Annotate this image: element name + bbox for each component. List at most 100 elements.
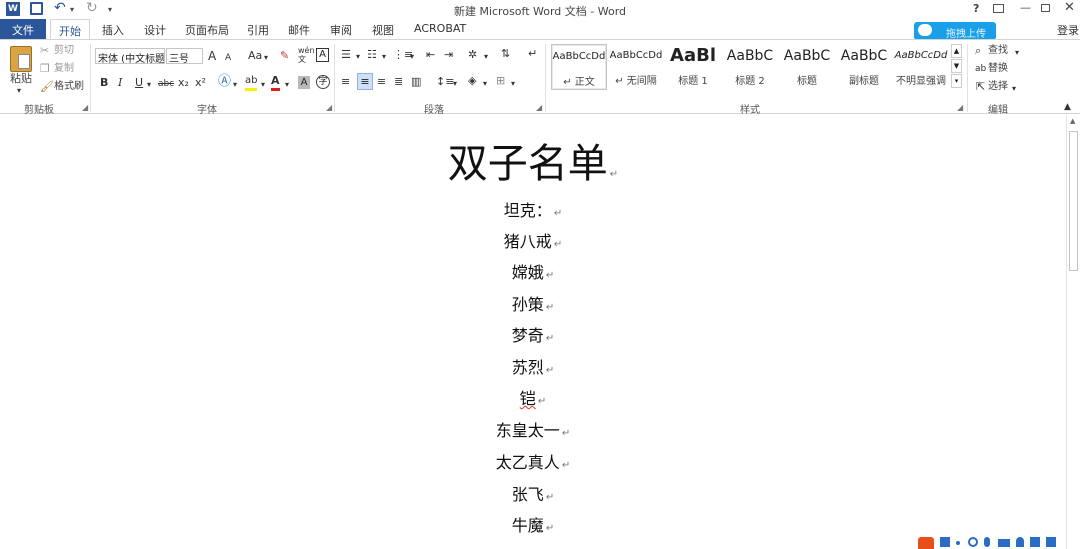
font-launcher-icon[interactable]: ◢ <box>326 103 332 112</box>
text-effects-dropdown-icon[interactable]: ▾ <box>233 78 237 92</box>
phonetic-guide-icon[interactable]: wén 文 <box>298 46 315 64</box>
font-size-select[interactable]: 三号 <box>166 48 203 64</box>
line-spacing-dropdown-icon[interactable]: ▾ <box>453 77 457 91</box>
change-case-button[interactable]: Aa <box>248 49 262 63</box>
document-area[interactable]: 双子名单 ↵ 坦克： ↵ 猪八戒 ↵ 嫦娥 ↵ 孙策 ↵ 梦奇 ↵ 苏烈 ↵ 铠 ↵ 东皇太一 ↵… <box>0 115 1080 549</box>
font-name-select[interactable]: 宋体 (中文标题) <box>95 48 165 64</box>
styles-scroll-down-icon[interactable]: ▼ <box>951 59 962 73</box>
increase-indent-icon[interactable]: ⇥ <box>444 48 453 62</box>
underline-dropdown-icon[interactable]: ▾ <box>147 78 151 92</box>
cut-button[interactable]: 剪切 <box>54 44 74 58</box>
align-left-icon[interactable]: ≡ <box>341 75 350 89</box>
ime-toolbar[interactable] <box>918 537 1066 549</box>
tab-mailings[interactable]: 邮件 <box>288 22 310 38</box>
clipboard-launcher-icon[interactable]: ◢ <box>82 103 88 112</box>
tab-page-layout[interactable]: 页面布局 <box>185 22 229 38</box>
emoji-icon[interactable] <box>968 537 978 547</box>
vertical-scrollbar[interactable]: ▲ <box>1066 115 1080 549</box>
font-color-dropdown-icon[interactable]: ▾ <box>285 78 289 92</box>
shading-icon[interactable]: ◈ <box>468 74 476 88</box>
collapse-ribbon-icon[interactable]: ▲ <box>1064 100 1071 114</box>
tab-design[interactable]: 设计 <box>144 22 166 38</box>
list-item[interactable]: 太乙真人 ↵ <box>0 449 1066 473</box>
help-icon[interactable]: ? <box>973 2 979 16</box>
superscript-button[interactable]: x² <box>195 76 206 90</box>
tab-file[interactable]: 文件 <box>0 19 46 39</box>
grow-font-icon[interactable]: A <box>208 49 216 63</box>
change-case-dropdown-icon[interactable]: ▾ <box>264 51 268 65</box>
upload-button[interactable]: 拖拽上传 <box>914 22 996 40</box>
subscript-button[interactable]: x₂ <box>178 76 189 90</box>
tab-home[interactable]: 开始 <box>50 19 90 40</box>
bullets-dropdown-icon[interactable]: ▾ <box>356 50 360 64</box>
restore-icon[interactable] <box>1041 4 1050 12</box>
tab-insert[interactable]: 插入 <box>102 22 124 38</box>
styles-launcher-icon[interactable]: ◢ <box>957 103 963 112</box>
style-no-spacing[interactable]: AaBbCcDd ↵ 无间隔 <box>608 44 664 90</box>
paragraph-launcher-icon[interactable]: ◢ <box>536 103 542 112</box>
asian-layout-icon[interactable]: ✲ <box>468 48 477 62</box>
style-title[interactable]: AaBbC 标题 <box>779 44 835 90</box>
decrease-indent-icon[interactable]: ⇤ <box>426 48 435 62</box>
list-item[interactable]: 孙策 ↵ <box>0 291 1066 315</box>
list-item[interactable]: 苏烈 ↵ <box>0 354 1066 378</box>
style-heading-1[interactable]: AaBl 标题 1 <box>665 44 721 90</box>
skin-icon[interactable] <box>1030 537 1040 547</box>
tab-view[interactable]: 视图 <box>372 22 394 38</box>
line-spacing-icon[interactable]: ↕≡ <box>436 75 454 89</box>
bold-button[interactable]: B <box>100 76 108 90</box>
paste-dropdown-icon[interactable]: ▾ <box>17 84 21 98</box>
italic-button[interactable]: I <box>118 76 122 90</box>
list-item[interactable]: 坦克： ↵ <box>0 197 1066 221</box>
show-marks-icon[interactable]: ↵ <box>528 47 537 61</box>
list-item[interactable]: 张飞 ↵ <box>0 481 1066 505</box>
distributed-icon[interactable]: ▥ <box>411 75 421 89</box>
replace-icon[interactable]: ab <box>975 62 986 76</box>
shading-dropdown-icon[interactable]: ▾ <box>483 77 487 91</box>
character-border-icon[interactable]: A <box>316 48 329 62</box>
font-color-icon[interactable]: A <box>271 74 280 91</box>
scrollbar-thumb[interactable] <box>1069 131 1078 271</box>
list-item[interactable]: 嫦娥 ↵ <box>0 259 1066 283</box>
numbering-icon[interactable]: ☷ <box>367 48 377 62</box>
format-painter-icon[interactable]: 🖌 <box>40 80 54 94</box>
tab-references[interactable]: 引用 <box>247 22 269 38</box>
enclose-characters-icon[interactable]: 字 <box>316 75 330 89</box>
align-center-icon[interactable]: ≡ <box>357 73 373 90</box>
user-icon[interactable] <box>1016 537 1024 547</box>
style-subtle-emphasis[interactable]: AaBbCcDd 不明显强调 <box>893 44 949 90</box>
close-icon[interactable]: ✕ <box>1064 1 1075 15</box>
document-title[interactable]: 双子名单 ↵ <box>0 131 1066 189</box>
tools-icon[interactable] <box>1046 537 1056 547</box>
character-shading-icon[interactable]: A <box>298 76 310 89</box>
underline-button[interactable]: U <box>135 76 143 90</box>
format-painter-button[interactable]: 格式刷 <box>54 80 84 94</box>
multilevel-list-dropdown-icon[interactable]: ▾ <box>410 50 414 64</box>
borders-icon[interactable]: ⊞ <box>496 74 505 88</box>
style-normal[interactable]: AaBbCcDd ↵ 正文 <box>551 44 607 90</box>
copy-icon[interactable]: ❐ <box>40 62 50 76</box>
select-dropdown-icon[interactable]: ▾ <box>1012 82 1016 96</box>
list-item[interactable]: 猪八戒 ↵ <box>0 228 1066 252</box>
ime-mode-icon[interactable] <box>940 537 950 547</box>
numbering-dropdown-icon[interactable]: ▾ <box>382 50 386 64</box>
find-icon[interactable]: ⌕ <box>975 44 981 58</box>
list-item[interactable]: 铠 ↵ <box>0 385 1066 409</box>
scroll-up-icon[interactable]: ▲ <box>1070 117 1075 125</box>
list-item[interactable]: 牛魔 ↵ <box>0 512 1066 536</box>
highlight-icon[interactable]: ab <box>245 74 258 91</box>
sort-icon[interactable]: ⇅ <box>501 47 510 61</box>
styles-more-icon[interactable]: ▾ <box>951 74 962 88</box>
ribbon-display-options-icon[interactable] <box>993 4 1004 13</box>
copy-button[interactable]: 复制 <box>54 62 74 76</box>
style-subtitle[interactable]: AaBbC 副标题 <box>836 44 892 90</box>
shrink-font-icon[interactable]: A <box>225 51 231 65</box>
style-heading-2[interactable]: AaBbC 标题 2 <box>722 44 778 90</box>
styles-scroll-up-icon[interactable]: ▲ <box>951 44 962 58</box>
bullets-icon[interactable]: ☰ <box>341 48 351 62</box>
text-effects-icon[interactable]: Ⓐ <box>218 75 231 89</box>
list-item[interactable]: 东皇太一 ↵ <box>0 417 1066 441</box>
find-dropdown-icon[interactable]: ▾ <box>1015 46 1019 60</box>
minimize-icon[interactable]: — <box>1020 1 1031 15</box>
tab-review[interactable]: 审阅 <box>330 22 352 38</box>
